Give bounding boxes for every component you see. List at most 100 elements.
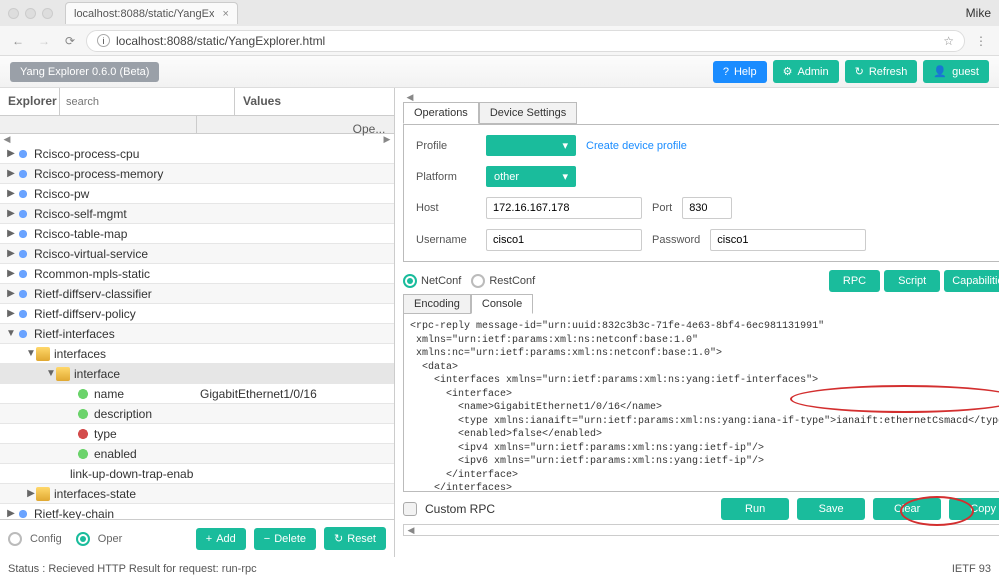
caret-icon[interactable]: ▶ (6, 508, 16, 519)
browser-profile[interactable]: Mike (966, 6, 991, 20)
close-window[interactable] (8, 8, 19, 19)
clear-button[interactable]: Clear (873, 498, 941, 520)
plus-icon: + (206, 533, 212, 545)
caret-icon[interactable]: ▶ (6, 228, 16, 239)
netconf-radio[interactable] (403, 274, 417, 288)
tree-row[interactable]: ▶Rcisco-process-memory (0, 164, 394, 184)
url-input[interactable]: i localhost:8088/static/YangExplorer.htm… (86, 30, 965, 52)
caret-icon[interactable]: ▼ (46, 368, 56, 379)
tree-row[interactable]: ▼Rietf-interfaces (0, 324, 394, 344)
platform-select[interactable]: other▾ (486, 166, 576, 187)
tree-row[interactable]: ▶Rietf-diffserv-classifier (0, 284, 394, 304)
browser-menu-icon[interactable]: ⋮ (971, 31, 991, 51)
oper-radio[interactable] (76, 532, 90, 546)
caret-icon[interactable]: ▶ (6, 168, 16, 179)
scroll-left-icon[interactable]: ◀ (404, 525, 418, 536)
close-tab-icon[interactable]: × (222, 8, 228, 20)
tree-row[interactable]: type (0, 424, 394, 444)
guest-button[interactable]: 👤guest (923, 60, 989, 83)
rpc-button[interactable]: RPC (829, 270, 880, 292)
tab-device-settings[interactable]: Device Settings (479, 102, 577, 124)
tree-row[interactable]: ▼interfaces (0, 344, 394, 364)
save-button[interactable]: Save (797, 498, 865, 520)
caret-icon[interactable]: ▼ (6, 328, 16, 339)
restconf-radio[interactable] (471, 274, 485, 288)
tab-console[interactable]: Console (471, 294, 533, 314)
script-button[interactable]: Script (884, 270, 940, 292)
module-icon (16, 207, 30, 221)
tree-row[interactable]: description (0, 404, 394, 424)
explorer-search-input[interactable] (60, 88, 234, 115)
module-icon (16, 267, 30, 281)
scroll-left-icon[interactable]: ◀ (403, 92, 417, 102)
config-radio[interactable] (8, 532, 22, 546)
tree-row[interactable]: ▶ Rcisco-pw (0, 184, 394, 204)
leaf-g-icon (76, 407, 90, 421)
copy-button[interactable]: Copy (949, 498, 999, 520)
caret-icon[interactable]: ▶ (6, 188, 16, 199)
caret-icon[interactable]: ▶ (6, 308, 16, 319)
node-label: Rcisco-pw (34, 187, 89, 201)
scroll-left-icon[interactable]: ◀ (0, 134, 14, 144)
host-input[interactable] (486, 197, 642, 219)
explorer-heading: Explorer (0, 88, 60, 115)
node-label: link-up-down-trap-enable (70, 467, 194, 481)
caret-icon[interactable]: ▶ (6, 248, 16, 259)
tree-row[interactable]: nameGigabitEthernet1/0/16 (0, 384, 394, 404)
caret-icon[interactable]: ▼ (26, 348, 36, 359)
node-value[interactable]: GigabitEthernet1/0/16 (194, 387, 394, 401)
maximize-window[interactable] (42, 8, 53, 19)
scroll-right-icon[interactable]: ▶ (380, 134, 394, 144)
tree-row[interactable]: ▶Rcisco-process-cpu (0, 144, 394, 164)
custom-rpc-label: Custom RPC (425, 502, 495, 516)
capabilities-button[interactable]: Capabilities (944, 270, 999, 292)
caret-icon[interactable]: ▶ (26, 488, 36, 499)
tree-row[interactable]: ▼interface (0, 364, 394, 384)
delete-button[interactable]: −Delete (254, 528, 316, 550)
tree-row[interactable]: ▶Rietf-diffserv-policy (0, 304, 394, 324)
status-text: Status : Recieved HTTP Result for reques… (8, 563, 257, 575)
url-text: localhost:8088/static/YangExplorer.html (116, 34, 325, 48)
chevron-down-icon: ▾ (562, 139, 568, 152)
port-input[interactable] (682, 197, 732, 219)
tab-encoding[interactable]: Encoding (403, 294, 471, 314)
tree-row[interactable]: ▶Rcisco-self-mgmt (0, 204, 394, 224)
caret-icon[interactable]: ▶ (6, 148, 16, 159)
site-info-icon[interactable]: i (97, 34, 110, 47)
config-label: Config (30, 533, 62, 545)
tree-row[interactable]: ▶Rcisco-table-map (0, 224, 394, 244)
username-input[interactable] (486, 229, 642, 251)
forward-button[interactable]: → (34, 31, 54, 51)
reload-button[interactable]: ⟳ (60, 31, 80, 51)
caret-icon[interactable]: ▶ (6, 208, 16, 219)
tree-row[interactable]: ▶interfaces-state (0, 484, 394, 504)
bookmark-star-icon[interactable]: ☆ (943, 34, 954, 48)
profile-select[interactable]: ▾ (486, 135, 576, 156)
create-profile-link[interactable]: Create device profile (586, 140, 687, 152)
values-heading: Values (234, 88, 394, 115)
caret-icon[interactable]: ▶ (6, 288, 16, 299)
add-button[interactable]: +Add (196, 528, 246, 550)
tree-row[interactable]: ▶Rcommon-mpls-static (0, 264, 394, 284)
tree-row[interactable]: link-up-down-trap-enable (0, 464, 394, 484)
run-button[interactable]: Run (721, 498, 789, 520)
refresh-button[interactable]: ↻Refresh (845, 60, 918, 83)
password-input[interactable] (710, 229, 866, 251)
tree-row[interactable]: enabled (0, 444, 394, 464)
tree-row[interactable]: ▶Rietf-key-chain (0, 504, 394, 519)
minimize-window[interactable] (25, 8, 36, 19)
module-icon (16, 167, 30, 181)
tree-row[interactable]: ▶Rcisco-virtual-service (0, 244, 394, 264)
browser-tab-strip: localhost:8088/static/YangEx × Mike (0, 0, 999, 26)
model-tree[interactable]: ▶Rcisco-process-cpu▶Rcisco-process-memor… (0, 144, 394, 519)
help-button[interactable]: ?Help (713, 61, 767, 83)
console-output[interactable]: <rpc-reply message-id="urn:uuid:832c3b3c… (403, 314, 999, 492)
custom-rpc-checkbox[interactable] (403, 502, 417, 516)
back-button[interactable]: ← (8, 31, 28, 51)
caret-icon[interactable]: ▶ (6, 268, 16, 279)
reset-button[interactable]: ↻Reset (324, 527, 386, 550)
node-label: enabled (94, 447, 137, 461)
browser-tab[interactable]: localhost:8088/static/YangEx × (65, 2, 238, 24)
admin-button[interactable]: ⚙Admin (773, 60, 839, 83)
tab-operations[interactable]: Operations (403, 102, 479, 124)
